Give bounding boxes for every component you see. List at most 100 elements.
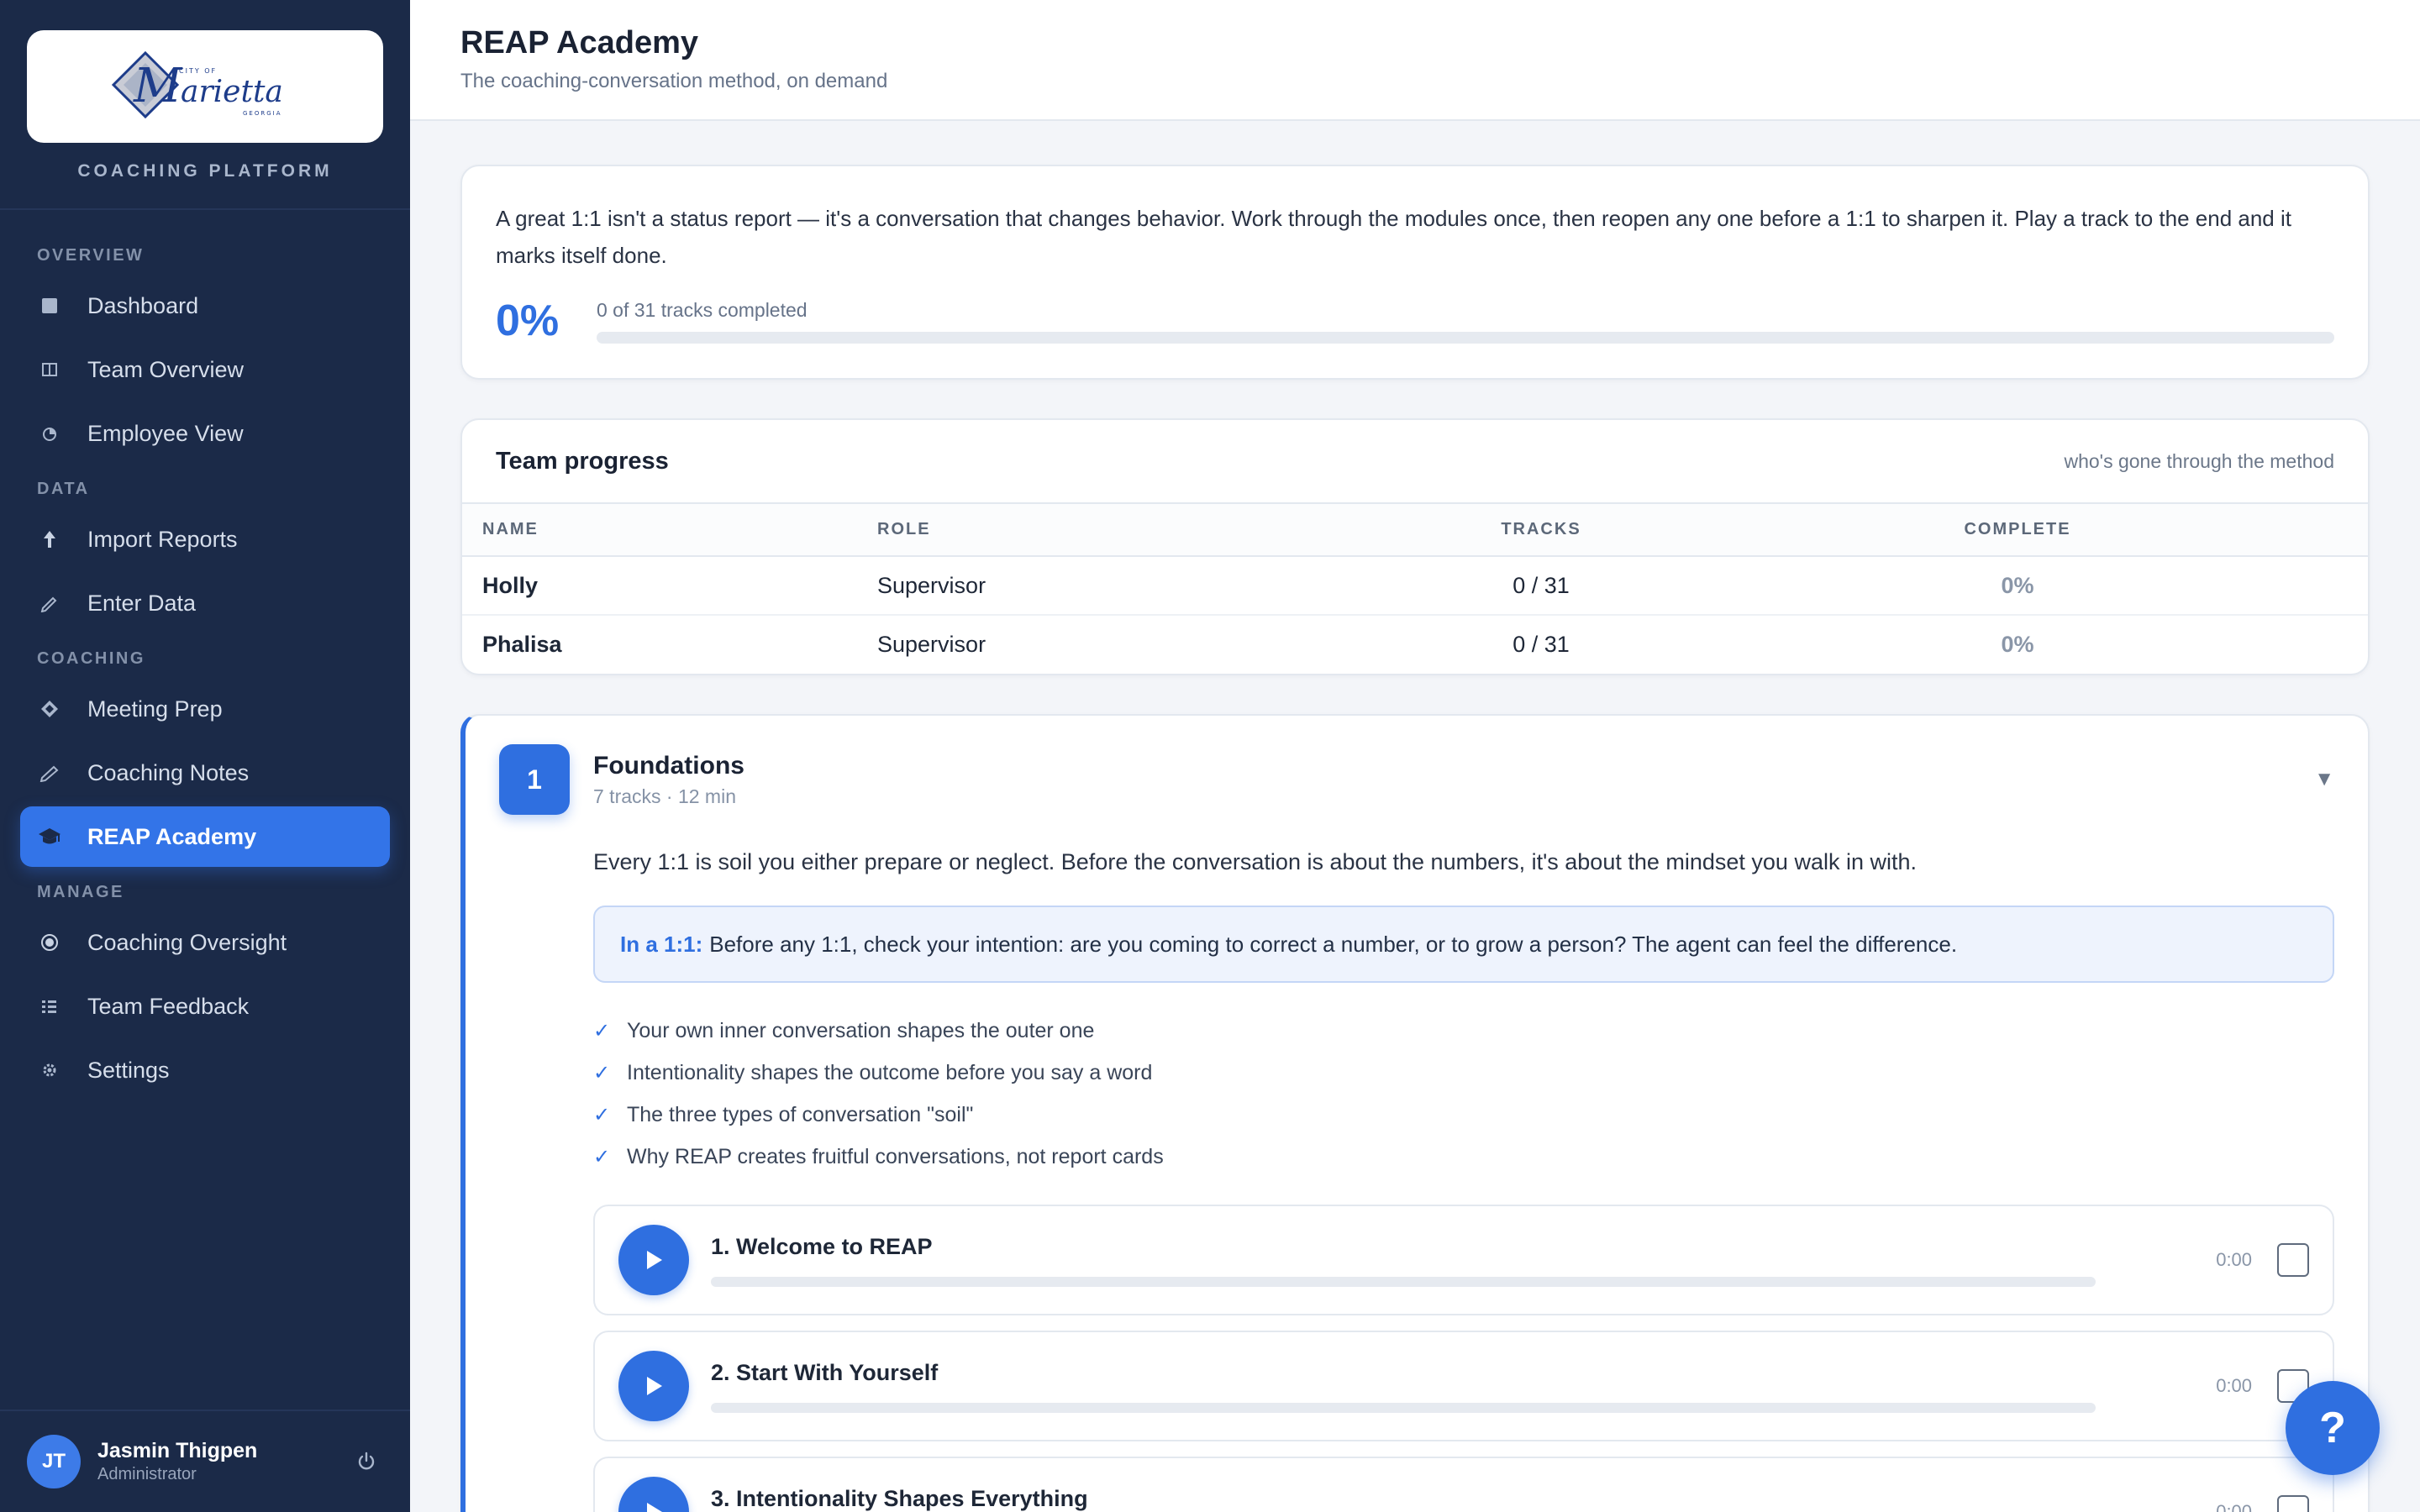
collapse-caret-icon[interactable]: ▼	[2314, 768, 2334, 791]
module-header[interactable]: 1 Foundations 7 tracks · 12 min ▼	[499, 744, 2334, 815]
track-time: 0:00	[2216, 1501, 2253, 1512]
diamond-icon	[37, 696, 62, 722]
track-item: 2. Start With Yourself 0:00	[593, 1331, 2334, 1441]
track-info: 3. Intentionality Shapes Everything	[711, 1486, 2096, 1512]
sidebar-item-label: Employee View	[87, 420, 244, 446]
sidebar-item-coaching-notes[interactable]: Coaching Notes	[20, 743, 390, 803]
pie-icon	[37, 421, 62, 446]
brand: M arietta CITY OF GEORGIA COACHING PLATF…	[0, 0, 410, 210]
sidebar-item-team-feedback[interactable]: Team Feedback	[20, 976, 390, 1037]
sidebar-item-label: Team Feedback	[87, 993, 250, 1019]
track-time: 0:00	[2216, 1249, 2253, 1270]
page-subtitle: The coaching-conversation method, on dem…	[460, 70, 888, 92]
nav-section-manage: MANAGE	[37, 883, 124, 901]
key-point-text: The three types of conversation "soil"	[627, 1102, 974, 1126]
power-icon	[358, 1452, 375, 1470]
sidebar-item-reap-academy[interactable]: REAP Academy	[20, 806, 390, 867]
table-row[interactable]: Phalisa Supervisor 0 / 31 0%	[462, 615, 2368, 674]
sidebar-item-team-overview[interactable]: Team Overview	[20, 339, 390, 400]
track-time: 0:00	[2216, 1375, 2253, 1396]
table-header-row: NAME ROLE TRACKS COMPLETE	[462, 504, 2368, 557]
sidebar-item-label: Settings	[87, 1057, 170, 1083]
play-icon	[647, 1503, 662, 1512]
intro-card: A great 1:1 isn't a status report — it's…	[460, 165, 2370, 380]
play-button[interactable]	[618, 1477, 689, 1512]
column-header-complete[interactable]: COMPLETE	[1667, 504, 2368, 557]
cell-role: Supervisor	[877, 556, 1415, 616]
target-icon	[37, 930, 62, 955]
check-icon: ✓	[593, 1019, 611, 1042]
columns-icon	[37, 357, 62, 382]
sidebar-item-dashboard[interactable]: Dashboard	[20, 276, 390, 336]
track-list: 1. Welcome to REAP 0:00 2. Start With Yo…	[593, 1205, 2334, 1512]
sidebar-item-import-reports[interactable]: Import Reports	[20, 509, 390, 570]
svg-text:M: M	[133, 59, 183, 113]
key-point-text: Your own inner conversation shapes the o…	[627, 1018, 1095, 1042]
cell-name: Phalisa	[482, 632, 562, 657]
sidebar-item-settings[interactable]: Settings	[20, 1040, 390, 1100]
module-key-points: ✓ Your own inner conversation shapes the …	[593, 1010, 2334, 1178]
user-role: Administrator	[97, 1465, 197, 1483]
check-icon: ✓	[593, 1103, 611, 1126]
nav-section-overview: OVERVIEW	[37, 246, 145, 265]
track-title: 1. Welcome to REAP	[711, 1233, 933, 1259]
cell-role: Supervisor	[877, 632, 986, 657]
progress-caption: 0 of 31 tracks completed	[597, 298, 808, 321]
main-content: REAP Academy The coaching-conversation m…	[410, 0, 2420, 1512]
table-row[interactable]: Holly Supervisor 0 / 31 0%	[462, 556, 2368, 616]
content-area: A great 1:1 isn't a status report — it's…	[410, 121, 2420, 1512]
sidebar-item-employee-view[interactable]: Employee View	[20, 403, 390, 464]
avatar[interactable]: JT	[27, 1435, 81, 1488]
module-description: Every 1:1 is soil you either prepare or …	[593, 849, 1917, 874]
list-item: ✓ Your own inner conversation shapes the …	[593, 1010, 2334, 1052]
cell-tracks: 0 / 31	[1512, 632, 1570, 657]
sidebar: M arietta CITY OF GEORGIA COACHING PLATF…	[0, 0, 410, 1512]
list-item: ✓ Why REAP creates fruitful conversations…	[593, 1136, 2334, 1178]
cell-tracks: 0 / 31	[1415, 556, 1667, 616]
play-button[interactable]	[618, 1225, 689, 1295]
pencil-icon	[37, 760, 62, 785]
sidebar-item-label: Enter Data	[87, 590, 197, 616]
sidebar-item-label: REAP Academy	[87, 823, 257, 849]
play-button[interactable]	[618, 1351, 689, 1421]
column-header-tracks[interactable]: TRACKS	[1415, 504, 1667, 557]
play-icon	[647, 1377, 662, 1395]
sidebar-item-meeting-prep[interactable]: Meeting Prep	[20, 679, 390, 739]
sidebar-item-label: Coaching Notes	[87, 759, 250, 785]
sidebar-item-label: Meeting Prep	[87, 696, 223, 722]
track-progress-bar[interactable]	[711, 1402, 2096, 1413]
module-body: Every 1:1 is soil you either prepare or …	[593, 845, 2334, 1512]
sidebar-item-label: Dashboard	[87, 292, 199, 318]
cell-complete: 0%	[1667, 556, 2368, 616]
team-progress-card: Team progress who's gone through the met…	[460, 418, 2370, 675]
check-icon: ✓	[593, 1061, 611, 1084]
overall-progress: 0% 0 of 31 tracks completed	[496, 296, 2334, 346]
column-header-name[interactable]: NAME	[462, 504, 877, 557]
track-progress-bar[interactable]	[711, 1276, 2096, 1287]
key-point-text: Why REAP creates fruitful conversations,…	[627, 1144, 1164, 1168]
list-item: ✓ Intentionality shapes the outcome befor…	[593, 1052, 2334, 1094]
track-item: 3. Intentionality Shapes Everything 0:00	[593, 1457, 2334, 1512]
one-on-one-callout: In a 1:1: Before any 1:1, check your int…	[593, 906, 2334, 983]
module-card-foundations: 1 Foundations 7 tracks · 12 min ▼ Every …	[460, 714, 2370, 1512]
help-button[interactable]: ?	[2286, 1381, 2380, 1475]
overall-percent: 0%	[496, 297, 560, 345]
sidebar-item-coaching-oversight[interactable]: Coaching Oversight	[20, 912, 390, 973]
track-title: 2. Start With Yourself	[711, 1359, 939, 1385]
sidebar-item-label: Team Overview	[87, 356, 245, 382]
cell-complete: 0%	[2001, 632, 2034, 657]
sidebar-item-label: Import Reports	[87, 526, 238, 552]
gear-icon	[37, 1058, 62, 1083]
city-logo[interactable]: M arietta CITY OF GEORGIA	[27, 30, 383, 143]
logout-button[interactable]	[350, 1445, 383, 1478]
module-meta: 7 tracks · 12 min	[593, 785, 736, 807]
sidebar-item-enter-data[interactable]: Enter Data	[20, 573, 390, 633]
track-title: 3. Intentionality Shapes Everything	[711, 1485, 1088, 1511]
track-complete-checkbox[interactable]	[2277, 1495, 2309, 1512]
list-item: ✓ The three types of conversation "soil"	[593, 1094, 2334, 1136]
column-header-role[interactable]: ROLE	[877, 504, 1415, 557]
intro-text: A great 1:1 isn't a status report — it's…	[496, 206, 2291, 268]
module-number-badge: 1	[499, 744, 570, 815]
upload-arrow-icon	[37, 527, 62, 552]
track-complete-checkbox[interactable]	[2277, 1243, 2309, 1277]
